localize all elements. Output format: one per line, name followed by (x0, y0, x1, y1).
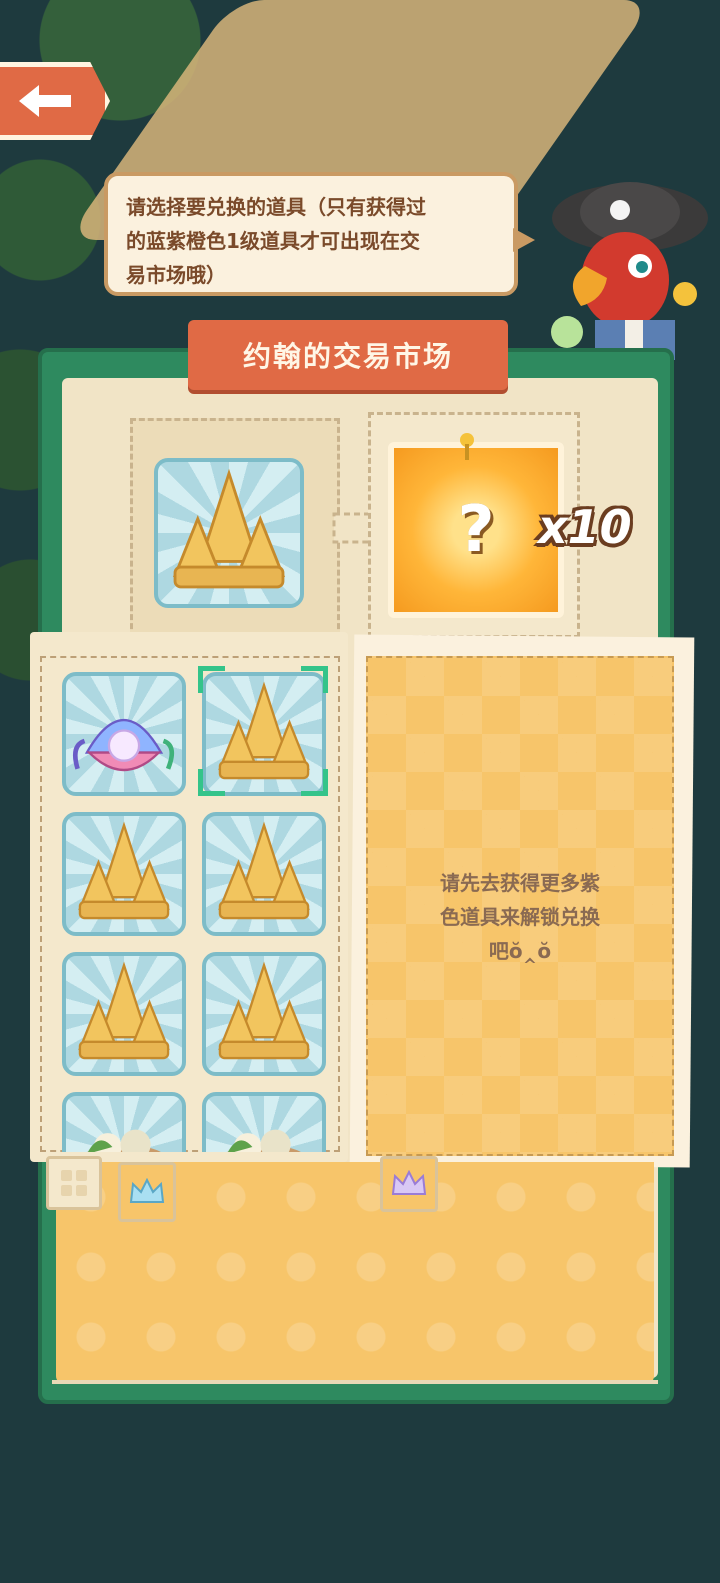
grid-item-sand-castle-selected[interactable] (202, 672, 326, 796)
grid-item-sand-castle[interactable] (202, 952, 326, 1076)
item-grid (62, 672, 326, 1152)
back-button[interactable] (0, 62, 110, 140)
grid-item-sand-castle[interactable] (202, 812, 326, 936)
locked-line-2: 色道具来解锁兑换 (440, 905, 600, 929)
purple-crown-icon (391, 1170, 427, 1195)
hint-line-2: 的蓝紫橙色1级道具才可出现在交 (126, 229, 420, 253)
reward-multiplier: x10 (538, 500, 632, 554)
sand-castle-icon (172, 468, 286, 589)
pearl-shell-icon (72, 718, 175, 772)
locked-message: 请先去获得更多紫 色道具来解锁兑换 吧ŏ‸ŏ (400, 866, 640, 968)
sand-castle-icon (218, 961, 310, 1060)
tab-blue[interactable] (118, 1162, 176, 1222)
blue-crown-icon (129, 1178, 165, 1203)
grid-item-food-platter[interactable] (62, 1092, 186, 1152)
grid-item-sand-castle[interactable] (62, 812, 186, 936)
locked-line-1: 请先去获得更多紫 (440, 871, 600, 895)
grid-item-food-platter[interactable] (202, 1092, 326, 1152)
sand-castle-icon (218, 681, 310, 780)
sand-castle-icon (78, 821, 170, 920)
sand-castle-icon (218, 821, 310, 920)
grid-icon (61, 1170, 87, 1196)
book-bottom-edge (52, 1354, 658, 1384)
locked-line-3: 吧ŏ‸ŏ (488, 939, 552, 963)
hint-bubble-tail (513, 228, 535, 252)
grid-item-pearl-shell[interactable] (62, 672, 186, 796)
hint-bubble: 请选择要兑换的道具（只有获得过 的蓝紫橙色1级道具才可出现在交 易市场哦） (104, 172, 518, 296)
sand-castle-icon (78, 961, 170, 1060)
tab-purple[interactable] (380, 1156, 438, 1212)
pin-icon (460, 433, 474, 460)
question-mark: ? (457, 493, 495, 567)
selected-item-preview (154, 458, 304, 608)
grid-item-sand-castle[interactable] (62, 952, 186, 1076)
food-platter-icon (227, 1129, 301, 1152)
food-platter-icon (87, 1129, 161, 1152)
hint-line-1: 请选择要兑换的道具（只有获得过 (126, 195, 426, 219)
tab-all[interactable] (46, 1156, 102, 1210)
hint-line-3: 易市场哦） (126, 263, 226, 287)
market-title: 约翰的交易市场 (188, 320, 508, 390)
pirate-parrot-avatar (551, 182, 708, 360)
back-arrow-icon (18, 85, 71, 117)
